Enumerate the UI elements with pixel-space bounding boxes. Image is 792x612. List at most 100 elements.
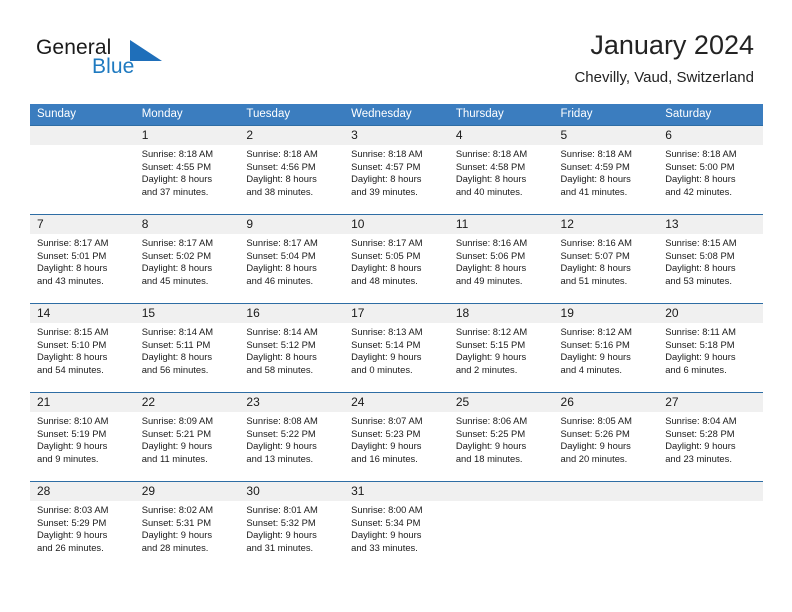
sunset-text: Sunset: 4:59 PM xyxy=(560,160,630,172)
sunset-text: Sunset: 5:31 PM xyxy=(141,516,212,528)
calendar-week-row: 7 8 9 10 11 12 13 Sunrise: 8:17 AM Sunse… xyxy=(30,214,763,303)
daylight-text: Daylight: 8 hours xyxy=(141,262,213,274)
sunrise-text: Sunrise: 8:07 AM xyxy=(351,415,423,426)
day-number[interactable]: 9 xyxy=(239,215,344,234)
day-number[interactable] xyxy=(30,126,135,145)
daylight-text-cont: and 23 minutes. xyxy=(665,452,732,464)
day-cell: Sunrise: 8:08 AM Sunset: 5:22 PM Dayligh… xyxy=(239,412,344,481)
day-number[interactable]: 3 xyxy=(344,126,449,145)
day-cell: Sunrise: 8:03 AM Sunset: 5:29 PM Dayligh… xyxy=(30,501,135,570)
day-number[interactable]: 17 xyxy=(344,304,449,323)
day-cell: Sunrise: 8:05 AM Sunset: 5:26 PM Dayligh… xyxy=(554,412,659,481)
daylight-text-cont: and 37 minutes. xyxy=(141,185,209,197)
page-title: January 2024 xyxy=(590,30,754,60)
day-number[interactable]: 25 xyxy=(449,393,554,412)
day-number-band: 1 2 3 4 5 6 xyxy=(30,126,763,145)
daylight-text-cont: and 43 minutes. xyxy=(37,274,104,286)
sunset-text: Sunset: 5:22 PM xyxy=(246,427,316,439)
daylight-text-cont: and 11 minutes. xyxy=(141,452,208,464)
day-number[interactable]: 22 xyxy=(135,393,240,412)
day-number[interactable]: 19 xyxy=(554,304,659,323)
day-number-band: 7 8 9 10 11 12 13 xyxy=(30,215,763,234)
sunrise-text: Sunrise: 8:14 AM xyxy=(246,326,318,337)
daylight-text: Daylight: 9 hours xyxy=(560,440,631,452)
day-cell: Sunrise: 8:15 AM Sunset: 5:08 PM Dayligh… xyxy=(658,234,763,303)
sunset-text: Sunset: 4:57 PM xyxy=(351,160,421,172)
day-number[interactable]: 27 xyxy=(658,393,763,412)
sunrise-text: Sunrise: 8:18 AM xyxy=(665,148,737,159)
sunset-text: Sunset: 5:14 PM xyxy=(351,338,421,350)
daylight-text: Daylight: 8 hours xyxy=(560,173,631,185)
day-number[interactable]: 26 xyxy=(554,393,659,412)
day-number[interactable] xyxy=(554,482,659,501)
day-number[interactable]: 28 xyxy=(30,482,135,501)
daylight-text-cont: and 20 minutes. xyxy=(560,452,628,464)
sunrise-text: Sunrise: 8:02 AM xyxy=(141,504,214,515)
daylight-text: Daylight: 9 hours xyxy=(37,529,108,541)
daylight-text-cont: and 49 minutes. xyxy=(455,274,523,286)
day-number[interactable] xyxy=(449,482,554,501)
day-number[interactable] xyxy=(658,482,763,501)
day-number[interactable]: 23 xyxy=(239,393,344,412)
daylight-text-cont: and 41 minutes. xyxy=(560,185,628,197)
day-number[interactable]: 11 xyxy=(449,215,554,234)
sunset-text: Sunset: 4:58 PM xyxy=(455,160,526,172)
day-number[interactable]: 12 xyxy=(554,215,659,234)
day-number[interactable]: 5 xyxy=(554,126,659,145)
daylight-text-cont: and 2 minutes. xyxy=(455,363,518,375)
day-cell: Sunrise: 8:04 AM Sunset: 5:28 PM Dayligh… xyxy=(658,412,763,481)
weekday-header-row: Sunday Monday Tuesday Wednesday Thursday… xyxy=(30,104,763,125)
day-detail-band: Sunrise: 8:10 AM Sunset: 5:19 PM Dayligh… xyxy=(30,412,763,481)
daylight-text: Daylight: 8 hours xyxy=(560,262,631,274)
day-cell: Sunrise: 8:18 AM Sunset: 4:56 PM Dayligh… xyxy=(239,145,344,214)
daylight-text: Daylight: 9 hours xyxy=(141,440,213,452)
day-cell: Sunrise: 8:02 AM Sunset: 5:31 PM Dayligh… xyxy=(135,501,240,570)
day-number-band: 14 15 16 17 18 19 20 xyxy=(30,304,763,323)
day-number[interactable]: 7 xyxy=(30,215,135,234)
day-number[interactable]: 20 xyxy=(658,304,763,323)
day-cell: Sunrise: 8:11 AM Sunset: 5:18 PM Dayligh… xyxy=(658,323,763,392)
daylight-text-cont: and 48 minutes. xyxy=(351,274,418,286)
day-cell xyxy=(449,501,554,570)
day-number[interactable]: 1 xyxy=(135,126,240,145)
daylight-text: Daylight: 8 hours xyxy=(141,173,213,185)
day-number[interactable]: 29 xyxy=(135,482,240,501)
day-number[interactable]: 31 xyxy=(344,482,449,501)
day-cell: Sunrise: 8:13 AM Sunset: 5:14 PM Dayligh… xyxy=(344,323,449,392)
daylight-text: Daylight: 8 hours xyxy=(455,173,527,185)
sunrise-text: Sunrise: 8:17 AM xyxy=(351,237,423,248)
sunrise-text: Sunrise: 8:12 AM xyxy=(560,326,632,337)
daylight-text-cont: and 56 minutes. xyxy=(141,363,209,375)
day-number[interactable]: 30 xyxy=(239,482,344,501)
day-number[interactable]: 4 xyxy=(449,126,554,145)
day-number[interactable]: 18 xyxy=(449,304,554,323)
daylight-text-cont: and 46 minutes. xyxy=(246,274,314,286)
day-cell: Sunrise: 8:12 AM Sunset: 5:15 PM Dayligh… xyxy=(449,323,554,392)
daylight-text: Daylight: 9 hours xyxy=(665,440,736,452)
day-number[interactable]: 10 xyxy=(344,215,449,234)
daylight-text: Daylight: 9 hours xyxy=(455,351,527,363)
day-detail-band: Sunrise: 8:18 AM Sunset: 4:55 PM Dayligh… xyxy=(30,145,763,214)
brand-logo[interactable]: General Blue xyxy=(36,36,216,82)
day-cell xyxy=(658,501,763,570)
day-number[interactable]: 2 xyxy=(239,126,344,145)
sunset-text: Sunset: 5:10 PM xyxy=(37,338,107,350)
day-number[interactable]: 14 xyxy=(30,304,135,323)
day-number[interactable]: 21 xyxy=(30,393,135,412)
day-cell: Sunrise: 8:10 AM Sunset: 5:19 PM Dayligh… xyxy=(30,412,135,481)
day-number[interactable]: 16 xyxy=(239,304,344,323)
daylight-text-cont: and 4 minutes. xyxy=(560,363,623,375)
day-cell: Sunrise: 8:09 AM Sunset: 5:21 PM Dayligh… xyxy=(135,412,240,481)
day-number[interactable]: 15 xyxy=(135,304,240,323)
day-number[interactable]: 13 xyxy=(658,215,763,234)
day-number[interactable]: 24 xyxy=(344,393,449,412)
day-number[interactable]: 6 xyxy=(658,126,763,145)
daylight-text: Daylight: 8 hours xyxy=(665,173,736,185)
sunset-text: Sunset: 5:23 PM xyxy=(351,427,421,439)
sunrise-text: Sunrise: 8:09 AM xyxy=(141,415,214,426)
sunset-text: Sunset: 5:00 PM xyxy=(665,160,735,172)
sunset-text: Sunset: 5:06 PM xyxy=(455,249,526,261)
day-number[interactable]: 8 xyxy=(135,215,240,234)
calendar-week-row: 1 2 3 4 5 6 Sunrise: 8:18 AM Sunset: 4:5… xyxy=(30,125,763,214)
sunset-text: Sunset: 5:29 PM xyxy=(37,516,107,528)
